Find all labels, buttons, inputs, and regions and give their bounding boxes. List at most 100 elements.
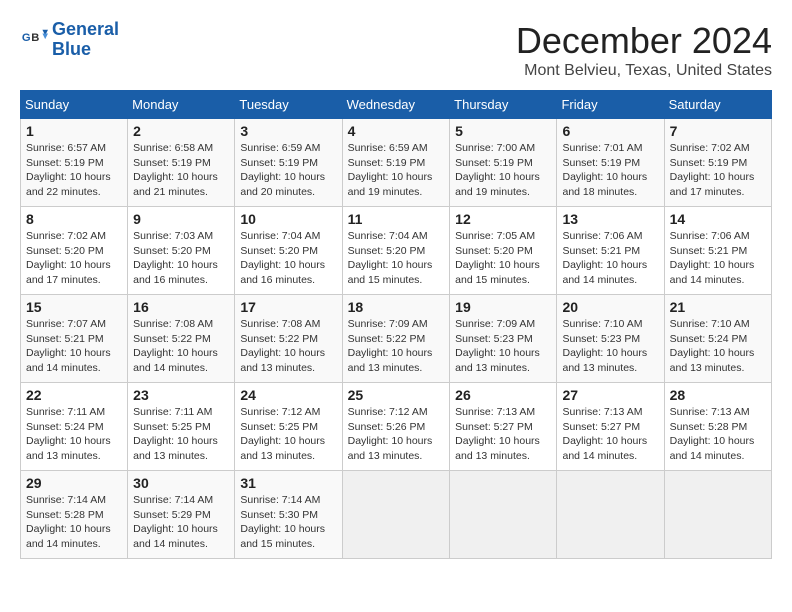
svg-text:B: B bbox=[31, 32, 39, 44]
calendar-cell bbox=[450, 471, 557, 559]
calendar-row: 1Sunrise: 6:57 AMSunset: 5:19 PMDaylight… bbox=[21, 119, 772, 207]
calendar-cell: 16Sunrise: 7:08 AMSunset: 5:22 PMDayligh… bbox=[128, 295, 235, 383]
column-header-wednesday: Wednesday bbox=[342, 91, 450, 119]
calendar-row: 22Sunrise: 7:11 AMSunset: 5:24 PMDayligh… bbox=[21, 383, 772, 471]
day-number: 6 bbox=[562, 123, 658, 139]
day-number: 30 bbox=[133, 475, 229, 491]
day-number: 4 bbox=[348, 123, 445, 139]
calendar-header-row: SundayMondayTuesdayWednesdayThursdayFrid… bbox=[21, 91, 772, 119]
day-number: 3 bbox=[240, 123, 336, 139]
calendar-cell: 11 Sunrise: 7:04 AMSunset: 5:20 PMDayligh… bbox=[342, 207, 450, 295]
calendar-cell: 8 Sunrise: 7:02 AMSunset: 5:20 PMDaylight… bbox=[21, 207, 128, 295]
calendar-cell: 24Sunrise: 7:12 AMSunset: 5:25 PMDayligh… bbox=[235, 383, 342, 471]
calendar-table: SundayMondayTuesdayWednesdayThursdayFrid… bbox=[20, 90, 772, 559]
day-info: Sunrise: 7:10 AMSunset: 5:23 PMDaylight:… bbox=[562, 317, 658, 376]
calendar-cell: 19 Sunrise: 7:09 AMSunset: 5:23 PMDayligh… bbox=[450, 295, 557, 383]
svg-text:G: G bbox=[22, 32, 31, 44]
day-number: 14 bbox=[670, 211, 766, 227]
day-info: Sunrise: 6:59 AMSunset: 5:19 PMDaylight:… bbox=[240, 141, 336, 200]
day-info: Sunrise: 7:13 AMSunset: 5:28 PMDaylight:… bbox=[670, 405, 766, 464]
day-number: 7 bbox=[670, 123, 766, 139]
day-info: Sunrise: 7:08 AMSunset: 5:22 PMDaylight:… bbox=[240, 317, 336, 376]
day-number: 17 bbox=[240, 299, 336, 315]
column-header-sunday: Sunday bbox=[21, 91, 128, 119]
day-info: Sunrise: 7:09 AMSunset: 5:22 PMDaylight:… bbox=[348, 317, 445, 376]
day-info: Sunrise: 7:04 AMSunset: 5:20 PMDaylight:… bbox=[240, 229, 336, 288]
page-header: G B General Blue December 2024 Mont Belv… bbox=[20, 20, 772, 80]
calendar-subtitle: Mont Belvieu, Texas, United States bbox=[516, 62, 772, 80]
calendar-cell: 31Sunrise: 7:14 AMSunset: 5:30 PMDayligh… bbox=[235, 471, 342, 559]
day-info: Sunrise: 7:11 AMSunset: 5:24 PMDaylight:… bbox=[26, 405, 122, 464]
day-info: Sunrise: 6:59 AMSunset: 5:19 PMDaylight:… bbox=[348, 141, 445, 200]
day-info: Sunrise: 7:14 AMSunset: 5:29 PMDaylight:… bbox=[133, 493, 229, 552]
calendar-row: 29 Sunrise: 7:14 AMSunset: 5:28 PMDayligh… bbox=[21, 471, 772, 559]
day-info: Sunrise: 7:08 AMSunset: 5:22 PMDaylight:… bbox=[133, 317, 229, 376]
day-number: 21 bbox=[670, 299, 766, 315]
calendar-cell: 29 Sunrise: 7:14 AMSunset: 5:28 PMDayligh… bbox=[21, 471, 128, 559]
day-info: Sunrise: 7:02 AMSunset: 5:20 PMDaylight:… bbox=[26, 229, 122, 288]
day-info: Sunrise: 7:05 AMSunset: 5:20 PMDaylight:… bbox=[455, 229, 551, 288]
calendar-cell: 26Sunrise: 7:13 AMSunset: 5:27 PMDayligh… bbox=[450, 383, 557, 471]
day-info: Sunrise: 7:12 AMSunset: 5:26 PMDaylight:… bbox=[348, 405, 445, 464]
title-section: December 2024 Mont Belvieu, Texas, Unite… bbox=[516, 20, 772, 80]
calendar-cell: 6 Sunrise: 7:01 AMSunset: 5:19 PMDaylight… bbox=[557, 119, 664, 207]
calendar-cell: 21 Sunrise: 7:10 AMSunset: 5:24 PMDayligh… bbox=[664, 295, 771, 383]
day-number: 10 bbox=[240, 211, 336, 227]
day-info: Sunrise: 7:04 AMSunset: 5:20 PMDaylight:… bbox=[348, 229, 445, 288]
calendar-cell: 15 Sunrise: 7:07 AMSunset: 5:21 PMDayligh… bbox=[21, 295, 128, 383]
day-info: Sunrise: 7:02 AMSunset: 5:19 PMDaylight:… bbox=[670, 141, 766, 200]
day-number: 11 bbox=[348, 211, 445, 227]
calendar-cell: 10 Sunrise: 7:04 AMSunset: 5:20 PMDayligh… bbox=[235, 207, 342, 295]
calendar-cell bbox=[557, 471, 664, 559]
calendar-cell: 20 Sunrise: 7:10 AMSunset: 5:23 PMDayligh… bbox=[557, 295, 664, 383]
day-number: 5 bbox=[455, 123, 551, 139]
day-info: Sunrise: 6:58 AMSunset: 5:19 PMDaylight:… bbox=[133, 141, 229, 200]
calendar-cell: 12Sunrise: 7:05 AMSunset: 5:20 PMDayligh… bbox=[450, 207, 557, 295]
logo: G B General Blue bbox=[20, 20, 119, 60]
day-number: 20 bbox=[562, 299, 658, 315]
calendar-cell: 5Sunrise: 7:00 AMSunset: 5:19 PMDaylight… bbox=[450, 119, 557, 207]
day-info: Sunrise: 7:09 AMSunset: 5:23 PMDaylight:… bbox=[455, 317, 551, 376]
day-number: 27 bbox=[562, 387, 658, 403]
calendar-row: 8 Sunrise: 7:02 AMSunset: 5:20 PMDaylight… bbox=[21, 207, 772, 295]
day-info: Sunrise: 7:14 AMSunset: 5:30 PMDaylight:… bbox=[240, 493, 336, 552]
calendar-cell bbox=[342, 471, 450, 559]
day-number: 29 bbox=[26, 475, 122, 491]
logo-icon: G B bbox=[20, 26, 48, 54]
calendar-cell: 1Sunrise: 6:57 AMSunset: 5:19 PMDaylight… bbox=[21, 119, 128, 207]
calendar-cell: 9Sunrise: 7:03 AMSunset: 5:20 PMDaylight… bbox=[128, 207, 235, 295]
column-header-friday: Friday bbox=[557, 91, 664, 119]
column-header-monday: Monday bbox=[128, 91, 235, 119]
day-number: 13 bbox=[562, 211, 658, 227]
day-info: Sunrise: 7:07 AMSunset: 5:21 PMDaylight:… bbox=[26, 317, 122, 376]
calendar-cell: 30 Sunrise: 7:14 AMSunset: 5:29 PMDayligh… bbox=[128, 471, 235, 559]
column-header-thursday: Thursday bbox=[450, 91, 557, 119]
calendar-cell: 27Sunrise: 7:13 AMSunset: 5:27 PMDayligh… bbox=[557, 383, 664, 471]
calendar-cell: 4 Sunrise: 6:59 AMSunset: 5:19 PMDaylight… bbox=[342, 119, 450, 207]
day-info: Sunrise: 7:03 AMSunset: 5:20 PMDaylight:… bbox=[133, 229, 229, 288]
calendar-cell: 18 Sunrise: 7:09 AMSunset: 5:22 PMDayligh… bbox=[342, 295, 450, 383]
day-info: Sunrise: 7:01 AMSunset: 5:19 PMDaylight:… bbox=[562, 141, 658, 200]
day-number: 8 bbox=[26, 211, 122, 227]
logo-text: General Blue bbox=[52, 20, 119, 60]
calendar-cell: 13Sunrise: 7:06 AMSunset: 5:21 PMDayligh… bbox=[557, 207, 664, 295]
day-info: Sunrise: 7:12 AMSunset: 5:25 PMDaylight:… bbox=[240, 405, 336, 464]
calendar-cell: 28Sunrise: 7:13 AMSunset: 5:28 PMDayligh… bbox=[664, 383, 771, 471]
calendar-title: December 2024 bbox=[516, 20, 772, 62]
calendar-cell: 25Sunrise: 7:12 AMSunset: 5:26 PMDayligh… bbox=[342, 383, 450, 471]
column-header-saturday: Saturday bbox=[664, 91, 771, 119]
day-info: Sunrise: 7:13 AMSunset: 5:27 PMDaylight:… bbox=[455, 405, 551, 464]
day-number: 15 bbox=[26, 299, 122, 315]
day-info: Sunrise: 7:11 AMSunset: 5:25 PMDaylight:… bbox=[133, 405, 229, 464]
day-number: 23 bbox=[133, 387, 229, 403]
calendar-cell bbox=[664, 471, 771, 559]
calendar-cell: 23 Sunrise: 7:11 AMSunset: 5:25 PMDayligh… bbox=[128, 383, 235, 471]
column-header-tuesday: Tuesday bbox=[235, 91, 342, 119]
day-info: Sunrise: 7:10 AMSunset: 5:24 PMDaylight:… bbox=[670, 317, 766, 376]
day-number: 1 bbox=[26, 123, 122, 139]
calendar-cell: 3 Sunrise: 6:59 AMSunset: 5:19 PMDaylight… bbox=[235, 119, 342, 207]
day-number: 18 bbox=[348, 299, 445, 315]
day-info: Sunrise: 7:14 AMSunset: 5:28 PMDaylight:… bbox=[26, 493, 122, 552]
day-number: 19 bbox=[455, 299, 551, 315]
day-number: 2 bbox=[133, 123, 229, 139]
